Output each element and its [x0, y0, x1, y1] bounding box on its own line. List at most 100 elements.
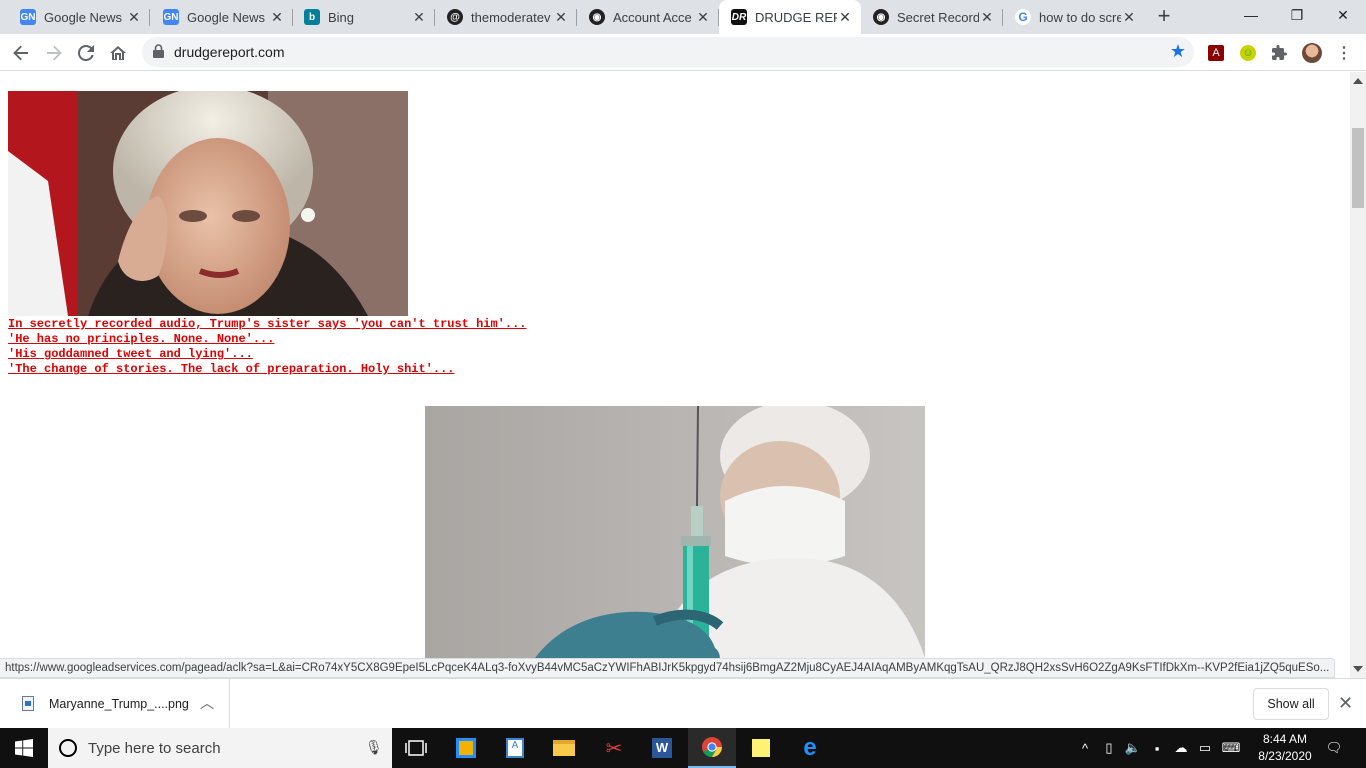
- download-item[interactable]: Maryanne_Trump_....png ︿: [0, 679, 230, 728]
- tab-title: Account Acce: [613, 9, 692, 25]
- paint-document-icon: A: [506, 738, 524, 758]
- taskbar: Type here to search 🎙 A ✂ W e ^ ▯ 🔈 ▪ ☁ …: [0, 728, 1366, 768]
- reload-icon: [78, 45, 94, 61]
- tab-themoderatevoice[interactable]: @ themoderatev ✕: [435, 0, 577, 34]
- volume-button[interactable]: 🔈: [1122, 728, 1144, 768]
- network-button[interactable]: ▭: [1194, 728, 1216, 768]
- forward-button[interactable]: [40, 39, 68, 67]
- profile-button[interactable]: [1298, 39, 1326, 67]
- puzzle-piece-icon: [1272, 45, 1287, 60]
- scissors-icon: ✂: [605, 737, 623, 760]
- scroll-down-arrow-icon[interactable]: [1353, 666, 1363, 672]
- google-news-icon: GN: [163, 9, 179, 25]
- clock-date: 8/23/2020: [1258, 749, 1312, 763]
- tab-title: Bing: [328, 9, 355, 25]
- tab-google-news-1[interactable]: GN Google News ✕: [0, 0, 150, 34]
- close-shelf-icon[interactable]: ✕: [1338, 693, 1353, 714]
- tab-bing[interactable]: b Bing ✕: [293, 0, 435, 34]
- restore-button[interactable]: ❐: [1274, 0, 1320, 30]
- at-sign-icon: @: [447, 9, 463, 25]
- reload-button[interactable]: [72, 39, 100, 67]
- close-tab-icon[interactable]: ✕: [269, 9, 285, 26]
- acrobat-extension-button[interactable]: A: [1202, 39, 1230, 67]
- taskbar-app-edge[interactable]: e: [786, 728, 834, 768]
- photo-viewer-icon: [456, 738, 476, 758]
- tab-title: Google News: [44, 9, 123, 25]
- tab-title: Secret Record: [897, 9, 979, 25]
- extensions-menu-button[interactable]: [1266, 39, 1294, 67]
- home-button[interactable]: [104, 39, 132, 67]
- back-button[interactable]: [7, 39, 35, 67]
- task-view-button[interactable]: [392, 728, 440, 768]
- close-tab-icon[interactable]: ✕: [411, 9, 427, 26]
- scrollbar-thumb[interactable]: [1352, 128, 1364, 208]
- taskbar-app-word[interactable]: W: [638, 728, 686, 768]
- chevron-up-icon[interactable]: ︿: [200, 693, 214, 713]
- edge-icon: e: [803, 734, 817, 761]
- tab-secret-recording[interactable]: ◉ Secret Record ✕: [861, 0, 1003, 34]
- windows-logo-icon: [15, 739, 33, 757]
- network-icon: ▭: [1198, 740, 1212, 755]
- headline-link[interactable]: 'His goddamned tweet and lying'...: [8, 347, 253, 361]
- microphone-icon[interactable]: 🎙: [365, 739, 383, 756]
- taskbar-app-paint[interactable]: A: [491, 728, 539, 768]
- taskbar-app-chrome[interactable]: [688, 728, 736, 768]
- action-center-button[interactable]: 🗨: [1320, 728, 1348, 768]
- tab-title: Google News: [187, 9, 266, 25]
- close-tab-icon[interactable]: ✕: [1121, 9, 1137, 26]
- tab-drudge-report[interactable]: DR DRUDGE REPO ✕: [719, 0, 861, 34]
- tab-google-search[interactable]: G how to do scre ✕: [1003, 0, 1145, 34]
- page-scrollbar[interactable]: [1350, 72, 1366, 678]
- clock[interactable]: 8:44 AM 8/23/2020: [1250, 731, 1320, 765]
- scroll-up-arrow-icon[interactable]: [1353, 78, 1363, 84]
- eye-icon: ◉: [873, 9, 889, 25]
- close-tab-icon[interactable]: ✕: [695, 9, 711, 26]
- link-status-bubble: https://www.googleadservices.com/pagead/…: [0, 658, 1336, 678]
- speaker-icon: 🔈: [1124, 740, 1142, 755]
- search-placeholder: Type here to search: [88, 740, 221, 757]
- usb-icon: ▯: [1105, 740, 1113, 755]
- new-tab-button[interactable]: +: [1152, 5, 1176, 29]
- taskbar-app-sticky-notes[interactable]: [737, 728, 785, 768]
- word-icon: W: [652, 738, 672, 758]
- close-tab-icon[interactable]: ✕: [553, 9, 569, 26]
- tab-account-access[interactable]: ◉ Account Acce ✕: [577, 0, 719, 34]
- browser-menu-button[interactable]: ⋮: [1330, 39, 1358, 67]
- acrobat-icon: A: [1208, 45, 1224, 61]
- usb-tray-button[interactable]: ▯: [1098, 728, 1120, 768]
- minimize-button[interactable]: —: [1228, 0, 1274, 30]
- headline-link[interactable]: 'The change of stories. The lack of prep…: [8, 362, 454, 376]
- taskbar-search-box[interactable]: Type here to search 🎙: [48, 728, 392, 768]
- tab-title: how to do scre: [1039, 9, 1121, 25]
- url-text: drudgereport.com: [174, 44, 285, 60]
- tab-google-news-2[interactable]: GN Google News ✕: [150, 0, 293, 34]
- close-tab-icon[interactable]: ✕: [126, 9, 142, 26]
- close-tab-icon[interactable]: ✕: [837, 9, 853, 26]
- back-arrow-icon: [13, 45, 28, 61]
- headline-link[interactable]: In secretly recorded audio, Trump's sist…: [8, 317, 526, 331]
- close-window-button[interactable]: ✕: [1320, 0, 1366, 30]
- clock-time: 8:44 AM: [1262, 732, 1308, 746]
- notification-icon: 🗨: [1325, 740, 1343, 755]
- home-icon: [110, 46, 126, 60]
- close-tab-icon[interactable]: ✕: [979, 9, 995, 26]
- start-button[interactable]: [0, 728, 48, 768]
- headline-link[interactable]: 'He has no principles. None. None'...: [8, 332, 274, 346]
- folder-icon: [553, 740, 575, 756]
- power-tray-button[interactable]: ▪: [1146, 728, 1168, 768]
- taskbar-app-file-explorer[interactable]: [540, 728, 588, 768]
- taskbar-app-snipping-tool[interactable]: ✂: [590, 728, 638, 768]
- bing-icon: b: [304, 9, 320, 25]
- show-hidden-icons-button[interactable]: ^: [1074, 728, 1096, 768]
- show-all-button[interactable]: Show all: [1253, 688, 1329, 720]
- extension-smiley-icon: ☺: [1240, 45, 1256, 61]
- taskbar-app-photo-viewer[interactable]: [442, 728, 490, 768]
- vaccine-photo[interactable]: [425, 406, 925, 658]
- keyboard-tray-button[interactable]: ⌨: [1218, 728, 1244, 768]
- extension-button[interactable]: ☺: [1234, 39, 1262, 67]
- onedrive-tray-button[interactable]: ☁: [1170, 728, 1192, 768]
- headline-photo[interactable]: [8, 91, 408, 316]
- address-bar[interactable]: drudgereport.com ★: [142, 37, 1194, 67]
- bookmark-star-icon[interactable]: ★: [1170, 41, 1186, 62]
- plug-icon: ▪: [1154, 740, 1160, 756]
